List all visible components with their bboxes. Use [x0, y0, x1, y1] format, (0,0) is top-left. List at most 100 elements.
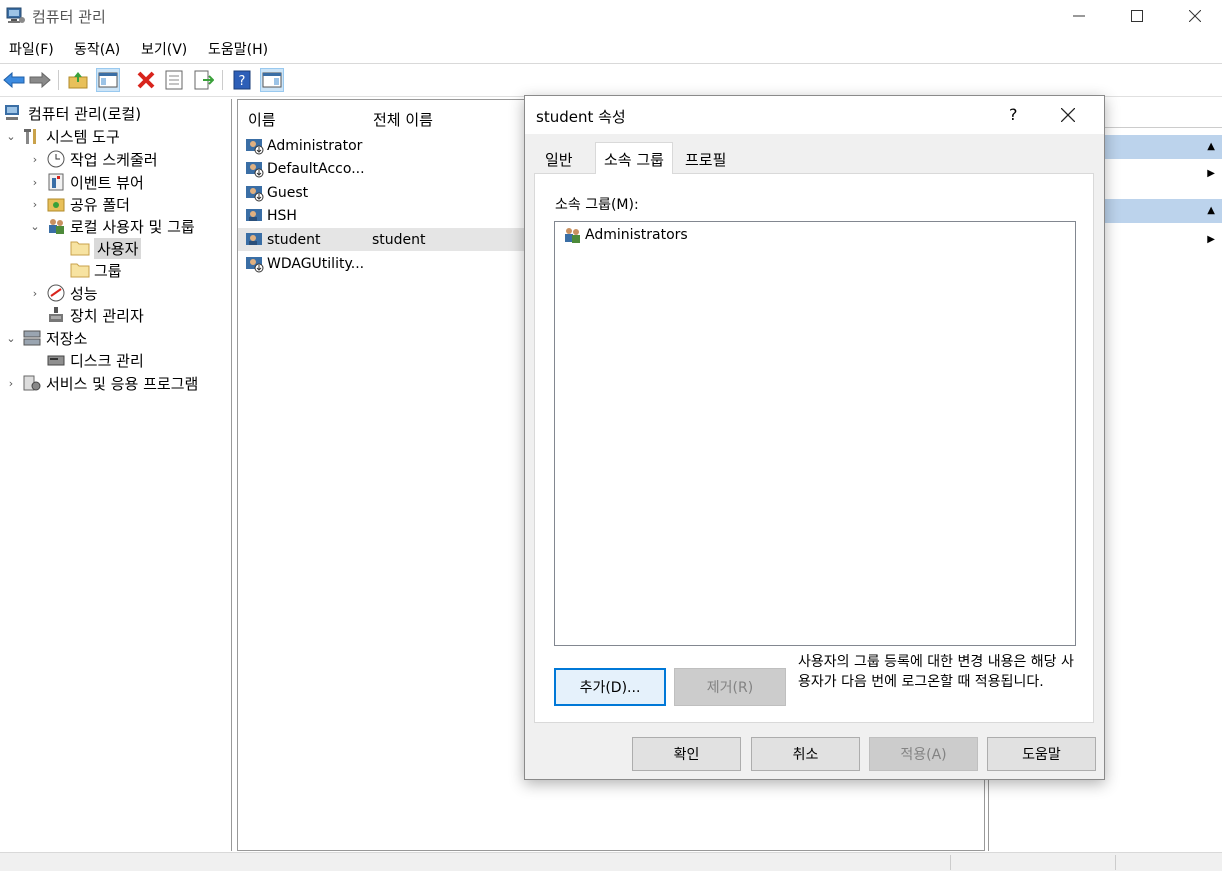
forward-arrow-icon — [29, 72, 51, 88]
menu-action[interactable]: 동작(A) — [69, 39, 125, 59]
back-arrow-icon — [3, 72, 25, 88]
disabled-user-icon — [246, 138, 264, 154]
action-pane-icon — [262, 72, 282, 88]
clock-icon — [47, 150, 65, 168]
chevron-down-icon[interactable]: ⌄ — [4, 130, 18, 143]
list-item[interactable]: DefaultAcco... — [238, 157, 528, 180]
user-icon — [246, 232, 262, 245]
users-group-icon — [49, 219, 64, 234]
list-item[interactable]: HSH — [238, 204, 528, 227]
chevron-right-icon[interactable]: › — [4, 377, 18, 390]
more-actions-arrow-icon: ▶ — [1207, 168, 1215, 179]
list-item-selected[interactable]: student student — [238, 228, 525, 251]
ok-button[interactable]: 확인 — [632, 737, 741, 771]
chevron-right-icon[interactable]: › — [28, 153, 42, 166]
tab-panel-member-of: 소속 그룹(M): Administrators 추가(D)... 제거(R) … — [534, 173, 1094, 723]
dialog-title: student 속성 — [536, 108, 626, 126]
close-button[interactable] — [1166, 0, 1222, 32]
folder-icon — [70, 241, 90, 256]
shared-folder-icon — [47, 198, 65, 212]
menu-bar: 파일(F) 동작(A) 보기(V) 도움말(H) — [0, 36, 1222, 62]
group-icon — [565, 228, 580, 243]
tab-profile[interactable]: 프로필 — [677, 146, 734, 172]
chevron-right-icon[interactable]: › — [28, 176, 42, 189]
device-manager-icon — [49, 307, 63, 322]
storage-icon — [23, 330, 41, 346]
list-item[interactable]: Administrators — [562, 226, 688, 244]
list-item[interactable]: Guest — [238, 181, 528, 204]
apply-button[interactable]: 적용(A) — [869, 737, 978, 771]
close-icon — [1060, 107, 1076, 123]
membership-note: 사용자의 그룹 등록에 대한 변경 내용은 해당 사용자가 다음 번에 로그온할… — [798, 654, 1074, 690]
more-actions-arrow-icon: ▶ — [1207, 234, 1215, 245]
up-folder-button[interactable] — [66, 68, 90, 92]
tree-item-shared-folders[interactable]: › 공유 폴더 — [28, 193, 130, 215]
services-icon — [23, 375, 41, 391]
disk-icon — [47, 355, 65, 366]
export-list-button[interactable] — [192, 68, 216, 92]
computer-management-window: 컴퓨터 관리 파일(F) 동작(A) 보기(V) 도움말(H) ? 컴퓨터 관리… — [0, 0, 1222, 871]
add-button[interactable]: 추가(D)... — [554, 668, 666, 706]
dialog-close-button[interactable] — [1060, 102, 1076, 128]
user-icon — [246, 208, 262, 221]
minimize-button[interactable] — [1050, 0, 1108, 32]
tree-item-task-scheduler[interactable]: › 작업 스케줄러 — [28, 148, 158, 170]
help-question-icon: ? — [233, 70, 251, 90]
console-tree: 컴퓨터 관리(로컬) ⌄ 시스템 도구 › 작업 스케줄러 › 이벤트 뷰어 ›… — [0, 99, 232, 851]
title-bar: 컴퓨터 관리 — [0, 0, 1222, 34]
group-listbox[interactable]: Administrators — [554, 221, 1076, 646]
show-action-pane-button[interactable] — [260, 68, 284, 92]
toolbar-separator — [58, 70, 59, 90]
tree-item-groups[interactable]: 그룹 — [70, 259, 122, 281]
column-header-full-name[interactable]: 전체 이름 — [373, 109, 433, 130]
menu-view[interactable]: 보기(V) — [136, 39, 192, 59]
show-console-tree-button[interactable] — [96, 68, 120, 92]
chevron-down-icon[interactable]: ⌄ — [4, 332, 18, 345]
tree-item-users[interactable]: 사용자 — [70, 237, 142, 259]
window-title: 컴퓨터 관리 — [32, 8, 106, 26]
chevron-right-icon[interactable]: › — [28, 287, 42, 300]
disabled-user-icon — [246, 161, 264, 177]
dialog-help-button[interactable]: ? — [1009, 105, 1018, 124]
properties-icon — [165, 70, 183, 90]
delete-x-icon — [137, 71, 155, 89]
tree-item-device-manager[interactable]: 장치 관리자 — [46, 304, 144, 326]
minimize-icon — [1073, 15, 1085, 17]
tree-item-system-tools[interactable]: ⌄ 시스템 도구 — [4, 125, 119, 147]
disabled-user-icon — [246, 256, 264, 272]
status-divider — [1115, 855, 1116, 870]
tree-item-performance[interactable]: › 성능 — [28, 282, 98, 304]
maximize-icon — [1131, 10, 1143, 22]
disabled-user-icon — [246, 185, 264, 201]
menu-help[interactable]: 도움말(H) — [203, 39, 273, 59]
forward-button[interactable] — [28, 68, 52, 92]
help-button[interactable]: ? — [230, 68, 254, 92]
list-item[interactable]: Administrator — [238, 134, 528, 157]
tree-item-local-users-groups[interactable]: ⌄ 로컬 사용자 및 그룹 — [28, 215, 194, 237]
maximize-button[interactable] — [1108, 0, 1166, 32]
tab-general[interactable]: 일반 — [537, 146, 581, 172]
column-header-name[interactable]: 이름 — [248, 109, 276, 130]
folder-icon — [70, 263, 90, 278]
list-item[interactable]: WDAGUtility... — [238, 252, 528, 275]
close-icon — [1189, 10, 1201, 22]
tree-item-storage[interactable]: ⌄ 저장소 — [4, 327, 87, 349]
tree-item-event-viewer[interactable]: › 이벤트 뷰어 — [28, 171, 144, 193]
chevron-right-icon[interactable]: › — [28, 198, 42, 211]
dialog-title-bar: student 속성 ? — [525, 96, 1104, 134]
tree-item-root[interactable]: 컴퓨터 관리(로컬) — [4, 102, 141, 124]
help-button-dialog[interactable]: 도움말 — [987, 737, 1096, 771]
tab-member-of[interactable]: 소속 그룹 — [595, 142, 673, 174]
remove-button[interactable]: 제거(R) — [674, 668, 786, 706]
cancel-button[interactable]: 취소 — [751, 737, 860, 771]
chevron-down-icon[interactable]: ⌄ — [28, 220, 42, 233]
menu-file[interactable]: 파일(F) — [4, 39, 59, 59]
computer-management-icon — [6, 7, 25, 23]
properties-button[interactable] — [162, 68, 186, 92]
back-button[interactable] — [2, 68, 26, 92]
performance-icon — [47, 284, 65, 302]
tools-icon — [24, 129, 36, 144]
tree-item-services-apps[interactable]: › 서비스 및 응용 프로그램 — [4, 372, 199, 394]
tree-item-disk-management[interactable]: 디스크 관리 — [46, 349, 144, 371]
delete-button[interactable] — [134, 68, 158, 92]
